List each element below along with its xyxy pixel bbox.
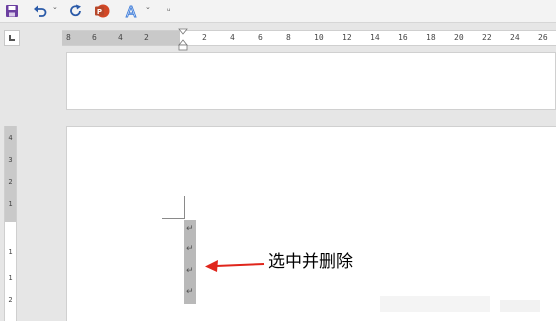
text-effects-icon[interactable]: A — [122, 2, 140, 20]
paragraph-mark[interactable]: ↵ — [186, 287, 196, 297]
horizontal-ruler[interactable]: 8 6 4 2 2 4 6 8 10 12 14 16 18 20 22 24 26 — [62, 30, 556, 46]
ruler-tick-label: 4 — [8, 134, 13, 142]
ruler-tick-label: 2 — [202, 33, 207, 42]
save-icon[interactable] — [4, 2, 20, 20]
ruler-tick-label: 2 — [144, 33, 149, 42]
watermark — [500, 300, 540, 312]
ruler-tick-label: 24 — [510, 33, 520, 42]
ruler-tick-label: 12 — [342, 33, 352, 42]
ruler-tick-label: 1 — [8, 274, 13, 282]
watermark — [380, 296, 490, 312]
vertical-ruler[interactable]: 4 3 2 1 1 1 2 — [4, 126, 17, 321]
text-effects-dropdown-icon[interactable]: ⌄ — [145, 3, 151, 11]
ruler-tick-label: 3 — [8, 156, 13, 164]
customize-icon[interactable]: ᵤ — [167, 4, 170, 13]
tab-selector[interactable] — [4, 30, 20, 46]
svg-text:P: P — [97, 8, 102, 16]
ruler-tick-label: 10 — [314, 33, 324, 42]
redo-icon[interactable] — [68, 2, 84, 20]
svg-text:A: A — [126, 3, 137, 19]
ruler-tick-label: 4 — [230, 33, 235, 42]
ruler-tick-label: 1 — [8, 248, 13, 256]
annotation-label: 选中并删除 — [268, 252, 353, 272]
ruler-tick-label: 1 — [8, 200, 13, 208]
ruler-tick-label: 8 — [286, 33, 291, 42]
quick-access-toolbar: ⌄ P A ⌄ ᵤ — [0, 0, 556, 23]
undo-icon[interactable] — [32, 2, 48, 20]
paragraph-mark[interactable]: ↵ — [186, 266, 196, 276]
arrow-icon — [205, 260, 265, 272]
ruler-tick-label: 8 — [66, 33, 71, 42]
previous-page — [66, 52, 556, 110]
ruler-tick-label: 20 — [454, 33, 464, 42]
ruler-tick-label: 16 — [398, 33, 408, 42]
ruler-tick-label: 2 — [8, 178, 13, 186]
paragraph-mark[interactable]: ↵ — [186, 244, 196, 254]
ruler-tick-label: 6 — [92, 33, 97, 42]
paragraph-mark[interactable]: ↵ — [186, 224, 196, 234]
margin-corner-mark — [184, 196, 185, 219]
ruler-tick-label: 14 — [370, 33, 380, 42]
indent-marker-icon[interactable] — [178, 28, 188, 52]
margin-corner-mark — [162, 218, 184, 219]
document-page[interactable] — [66, 126, 556, 321]
ruler-tick-label: 4 — [118, 33, 123, 42]
ruler-tick-label: 26 — [538, 33, 548, 42]
ruler-tick-label: 2 — [8, 296, 13, 304]
ruler-tick-label: 22 — [482, 33, 492, 42]
ruler-tick-label: 18 — [426, 33, 436, 42]
undo-dropdown-icon[interactable]: ⌄ — [52, 3, 58, 11]
powerpoint-icon[interactable]: P — [94, 2, 110, 20]
ruler-tick-label: 6 — [258, 33, 263, 42]
